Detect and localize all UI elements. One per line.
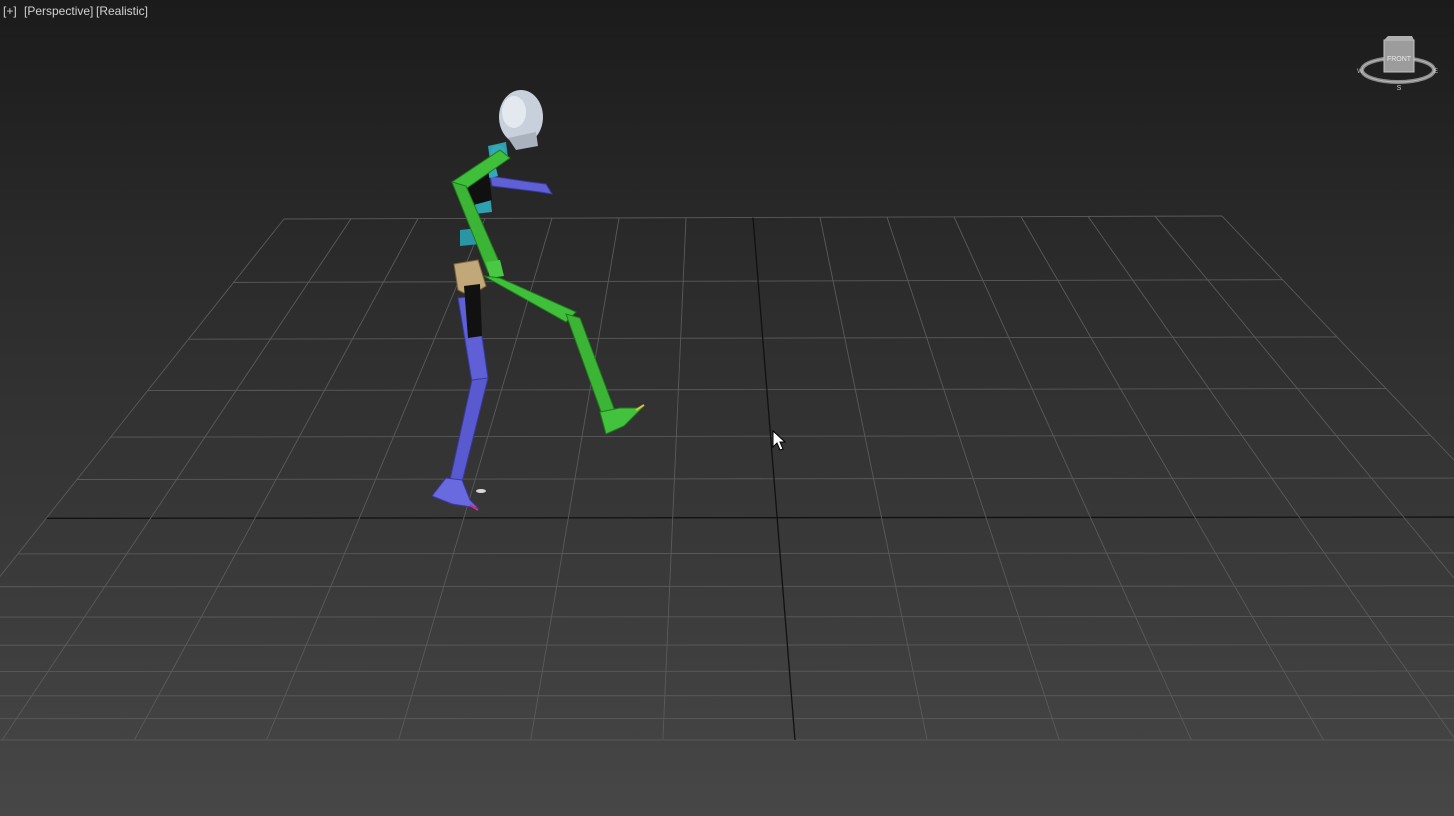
- home-grid: [0, 215, 1454, 741]
- perspective-viewport[interactable]: [+] [Perspective] [Realistic] FRONT S W …: [0, 0, 1454, 816]
- viewcube-compass-south[interactable]: S: [1397, 85, 1402, 92]
- grid-line: [0, 644, 1454, 646]
- grid-line: [76, 477, 1454, 480]
- grid-axis-x: [46, 516, 1454, 519]
- viewport-shading-label[interactable]: [Realistic]: [96, 4, 148, 18]
- viewport-menu-label[interactable]: [+]: [3, 4, 17, 18]
- grid-line: [0, 616, 1454, 618]
- biped-skeleton[interactable]: [431, 90, 645, 511]
- arrow-cursor-icon: [772, 430, 787, 451]
- viewcube-face-label: FRONT: [1387, 56, 1412, 63]
- scene-canvas[interactable]: [0, 0, 1454, 816]
- biped-head[interactable]: [491, 90, 543, 159]
- viewcube-compass-east[interactable]: E: [1434, 69, 1438, 75]
- biped-right-arm[interactable]: [451, 149, 511, 278]
- biped-left-arm[interactable]: [489, 175, 553, 195]
- viewcube-icon[interactable]: FRONT S W E: [1356, 34, 1440, 94]
- viewcube-compass-west[interactable]: W: [1357, 69, 1363, 75]
- biped-right-leg[interactable]: [483, 275, 645, 435]
- grid-line: [17, 552, 1454, 555]
- viewport-view-label[interactable]: [Perspective]: [24, 4, 93, 18]
